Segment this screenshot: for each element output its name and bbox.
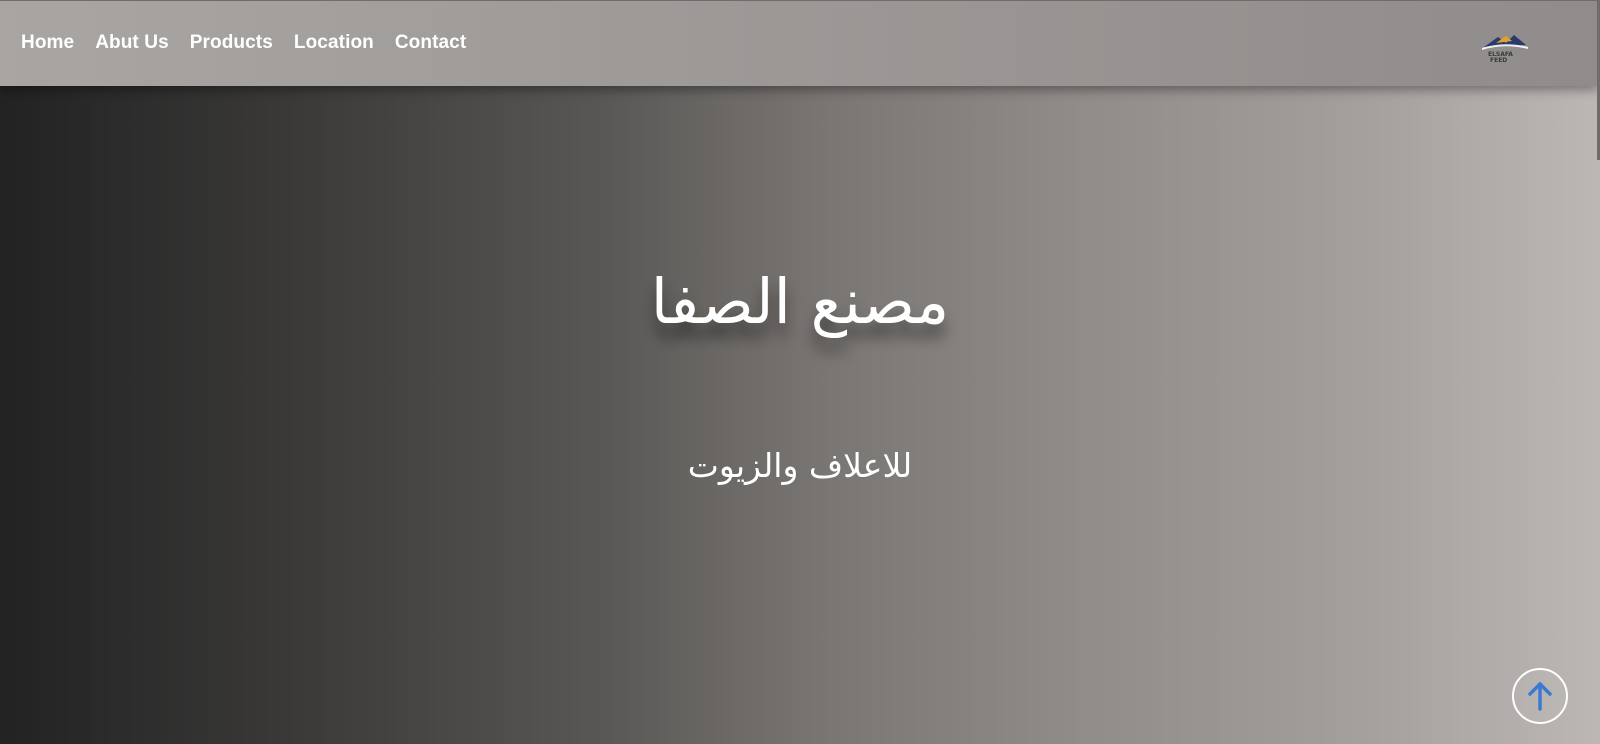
nav-link-location[interactable]: Location — [294, 32, 374, 54]
nav-link-about[interactable]: Abut Us — [95, 32, 169, 54]
hero-subtitle: للاعلاف والزيوت — [687, 446, 913, 485]
nav-link-contact[interactable]: Contact — [395, 32, 466, 54]
elsafa-feed-logo-icon[interactable]: ELSAFA FEED — [1478, 31, 1530, 67]
page: مصنع الصفا للاعلاف والزيوت Home Abut Us … — [0, 0, 1600, 744]
arrow-up-icon — [1528, 682, 1552, 711]
hero-section: مصنع الصفا للاعلاف والزيوت — [0, 0, 1600, 744]
top-navbar: Home Abut Us Products Location Contact E… — [0, 0, 1598, 86]
nav-links: Home Abut Us Products Location Contact — [21, 32, 487, 54]
hero-title: مصنع الصفا — [650, 265, 950, 338]
logo-graphic: ELSAFA FEED — [1482, 35, 1528, 64]
nav-link-home[interactable]: Home — [21, 32, 74, 54]
nav-link-products[interactable]: Products — [190, 32, 273, 54]
scroll-to-top-button[interactable] — [1512, 668, 1568, 724]
logo-text-line2: FEED — [1490, 57, 1507, 64]
